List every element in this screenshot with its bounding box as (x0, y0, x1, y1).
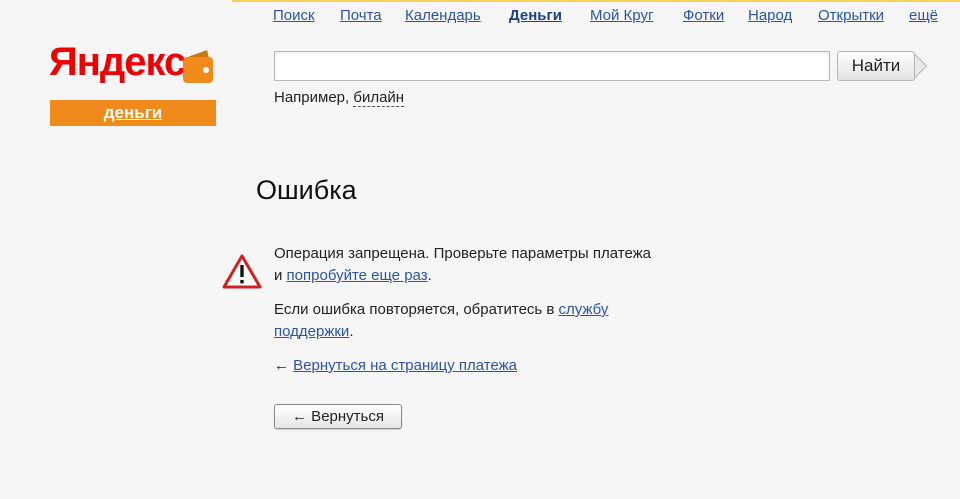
search-example: Например, билайн (274, 89, 405, 107)
search-button[interactable]: Найти (837, 51, 915, 81)
logo-first-letter: Я (49, 40, 78, 84)
wallet-icon (183, 50, 213, 83)
tab-my-circle[interactable]: Мой Круг (590, 7, 653, 24)
tab-mail[interactable]: Почта (340, 7, 382, 24)
example-prefix: Например, (274, 89, 354, 106)
support-line-2: поддержки. (274, 321, 608, 343)
top-accent-line (232, 0, 960, 2)
example-value[interactable]: билайн (353, 89, 405, 107)
search-input[interactable] (274, 51, 830, 81)
error-line-2: и попробуйте еще раз. (274, 265, 651, 287)
retry-link[interactable]: попробуйте еще раз (287, 267, 428, 284)
back-to-payment-link[interactable]: Вернуться на страницу платежа (293, 357, 517, 374)
support-link-part-1[interactable]: службу (559, 301, 609, 318)
tab-money[interactable]: Деньги (509, 7, 562, 24)
tab-photos[interactable]: Фотки (683, 7, 724, 24)
error-line-2-prefix: и (274, 267, 287, 284)
tab-more[interactable]: ещё (909, 7, 938, 24)
error-message: Операция запрещена. Проверьте параметры … (274, 243, 651, 287)
page-title: Ошибка (256, 175, 357, 205)
support-suffix: . (349, 323, 354, 340)
tab-narod[interactable]: Народ (748, 7, 792, 24)
warning-icon (222, 254, 262, 289)
logo-service-bar: деньги (50, 100, 216, 126)
back-to-payment: ← Вернуться на страницу платежа (274, 355, 517, 377)
back-button[interactable]: ← Вернуться (274, 404, 402, 429)
support-line-1: Если ошибка повторяется, обратитесь в сл… (274, 299, 608, 321)
back-arrow-icon: ← (274, 357, 289, 374)
tab-search[interactable]: Поиск (273, 7, 315, 24)
error-line-1: Операция запрещена. Проверьте параметры … (274, 245, 651, 262)
error-line-2-suffix: . (427, 267, 432, 284)
logo-rest: ндекс (76, 40, 187, 84)
logo-service-label: деньги (103, 103, 163, 122)
support-message: Если ошибка повторяется, обратитесь в сл… (274, 299, 608, 343)
tab-calendar[interactable]: Календарь (405, 7, 481, 24)
support-link-part-2[interactable]: поддержки (274, 323, 349, 340)
support-prefix: Если ошибка повторяется, обратитесь в (274, 301, 559, 318)
logo-wordmark: Яндекс (49, 40, 187, 85)
tab-cards[interactable]: Открытки (818, 7, 884, 24)
